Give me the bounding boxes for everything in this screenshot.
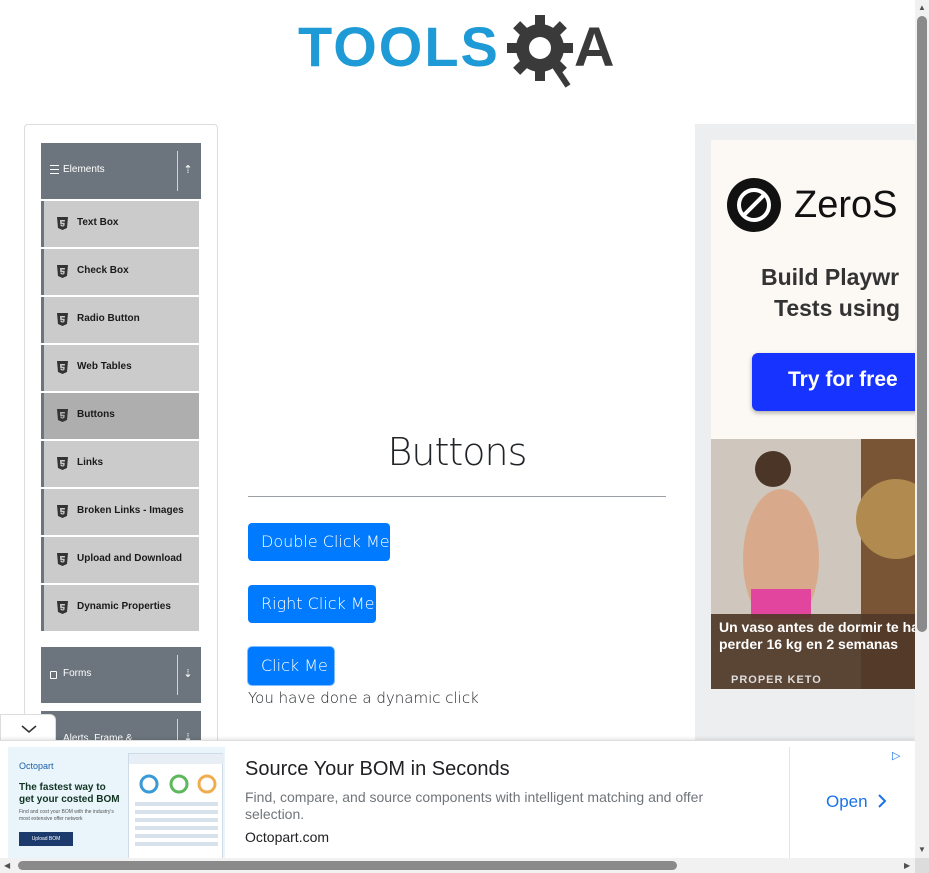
octopart-screenshot-image: [128, 753, 224, 859]
sidebar-item-label: Radio Button: [77, 313, 140, 324]
scrollbar-corner: [915, 858, 929, 873]
vertical-scrollbar-thumb[interactable]: [917, 16, 927, 632]
sidebar-item-buttons[interactable]: Buttons: [41, 393, 199, 439]
sidebar-item-web-tables[interactable]: Web Tables: [41, 345, 199, 391]
octopart-image-brand: Octopart: [19, 761, 54, 771]
sidebar-item-check-box[interactable]: Check Box: [41, 249, 199, 295]
divider: [177, 655, 178, 695]
keto-promo-line-1: Un vaso antes de dormir te ha: [719, 619, 915, 635]
sidebar-item-broken-links[interactable]: Broken Links - Images: [41, 489, 199, 535]
ad-url[interactable]: Octopart.com: [245, 829, 329, 845]
menu-icon: [50, 165, 59, 174]
page-title: Buttons: [387, 430, 528, 474]
open-ad-label: Open: [826, 792, 868, 811]
keto-promo-text: Un vaso antes de dormir te ha perder 16 …: [719, 619, 915, 653]
sidebar-item-label: Broken Links - Images: [77, 505, 184, 516]
octopart-image-headline-1: The fastest way to: [19, 782, 106, 793]
octopart-image-headline-2: get your costed BOM: [19, 794, 120, 805]
html5-icon: [57, 265, 68, 278]
page: TOOLS A Elements ⇡ Text Box Check Box Ra…: [0, 0, 929, 873]
title-divider: [248, 496, 666, 497]
octopart-ad-image[interactable]: Octopart The fastest way to get your cos…: [8, 747, 225, 859]
html5-icon: [57, 217, 68, 230]
open-ad-button[interactable]: Open: [826, 792, 888, 812]
html5-icon: [57, 457, 68, 470]
html5-icon: [57, 313, 68, 326]
ad-title[interactable]: Source Your BOM in Seconds: [245, 758, 510, 781]
sidebar-item-label: Upload and Download: [77, 553, 182, 564]
scroll-down-arrow-icon[interactable]: ▼: [918, 846, 926, 854]
scroll-right-arrow-icon[interactable]: ▶: [904, 862, 910, 870]
sidebar-item-label: Web Tables: [77, 361, 132, 372]
gear-icon: [507, 15, 573, 88]
group-label-elements: Elements: [63, 164, 105, 175]
double-click-button[interactable]: Double Click Me: [248, 523, 390, 561]
sidebar-item-radio-button[interactable]: Radio Button: [41, 297, 199, 343]
right-click-button[interactable]: Right Click Me: [248, 585, 376, 623]
logo-text-tools: TOOLS: [298, 15, 500, 78]
zerostep-headline-2: Tests using: [774, 295, 901, 321]
logo-text-a: A: [574, 15, 614, 78]
sidebar-item-label: Dynamic Properties: [77, 601, 171, 612]
zerostep-ad-card[interactable]: ZeroS Build Playwr Tests using Try for f…: [711, 140, 915, 440]
click-me-button[interactable]: Click Me: [248, 647, 334, 685]
html5-icon: [57, 505, 68, 518]
zerostep-headline-1: Build Playwr: [761, 264, 900, 290]
zerostep-logo-icon: [727, 178, 781, 232]
adchoices-icon[interactable]: ▷: [892, 749, 900, 762]
divider: [177, 151, 178, 191]
octopart-upload-bom-button: Upload BOM: [19, 832, 73, 846]
zerostep-brand: ZeroS: [794, 184, 898, 226]
bottom-ad-banner[interactable]: Octopart The fastest way to get your cos…: [0, 740, 915, 859]
right-ad[interactable]: ZeroS Build Playwr Tests using Try for f…: [695, 124, 915, 744]
form-icon: [50, 671, 57, 679]
arrow-up-icon[interactable]: ⇡: [181, 161, 195, 179]
sidebar-item-text-box[interactable]: Text Box: [41, 201, 199, 247]
html5-icon: [57, 409, 68, 422]
sidebar: Elements ⇡ Text Box Check Box Radio Butt…: [24, 124, 218, 764]
sidebar-item-dynamic-properties[interactable]: Dynamic Properties: [41, 585, 199, 631]
group-header-elements[interactable]: Elements ⇡: [41, 143, 201, 199]
chevron-right-icon: [878, 794, 887, 808]
try-for-free-button[interactable]: Try for free: [752, 353, 915, 411]
sidebar-item-label: Buttons: [77, 409, 115, 420]
toolsqa-logo[interactable]: TOOLS A: [298, 14, 622, 90]
arrow-down-icon[interactable]: ⇣: [181, 665, 195, 683]
keto-promo-ad[interactable]: Un vaso antes de dormir te ha perder 16 …: [711, 439, 915, 689]
scroll-left-arrow-icon[interactable]: ◀: [4, 862, 10, 870]
divider: [789, 747, 790, 859]
elements-list: Text Box Check Box Radio Button Web Tabl…: [41, 201, 199, 633]
html5-icon: [57, 361, 68, 374]
group-header-forms[interactable]: Forms ⇣: [41, 647, 201, 703]
group-label-forms: Forms: [63, 668, 92, 679]
dynamic-click-message: You have done a dynamic click: [248, 689, 479, 707]
sidebar-item-links[interactable]: Links: [41, 441, 199, 487]
keto-promo-line-2: perder 16 kg en 2 semanas: [719, 636, 898, 652]
sidebar-item-label: Check Box: [77, 265, 129, 276]
html5-icon: [57, 601, 68, 614]
octopart-image-subtext: Find and cost your BOM with the industry…: [19, 809, 114, 822]
html5-icon: [57, 553, 68, 566]
scroll-up-arrow-icon[interactable]: ▲: [918, 4, 926, 12]
sidebar-item-label: Text Box: [77, 217, 119, 228]
sidebar-item-label: Links: [77, 457, 104, 468]
keto-brand: PROPER KETO: [731, 674, 822, 686]
sidebar-item-upload-download[interactable]: Upload and Download: [41, 537, 199, 583]
ad-description: Find, compare, and source components wit…: [245, 789, 704, 822]
octopart-image-headline: The fastest way to get your costed BOM: [19, 782, 120, 806]
horizontal-scrollbar-thumb[interactable]: [18, 861, 677, 870]
